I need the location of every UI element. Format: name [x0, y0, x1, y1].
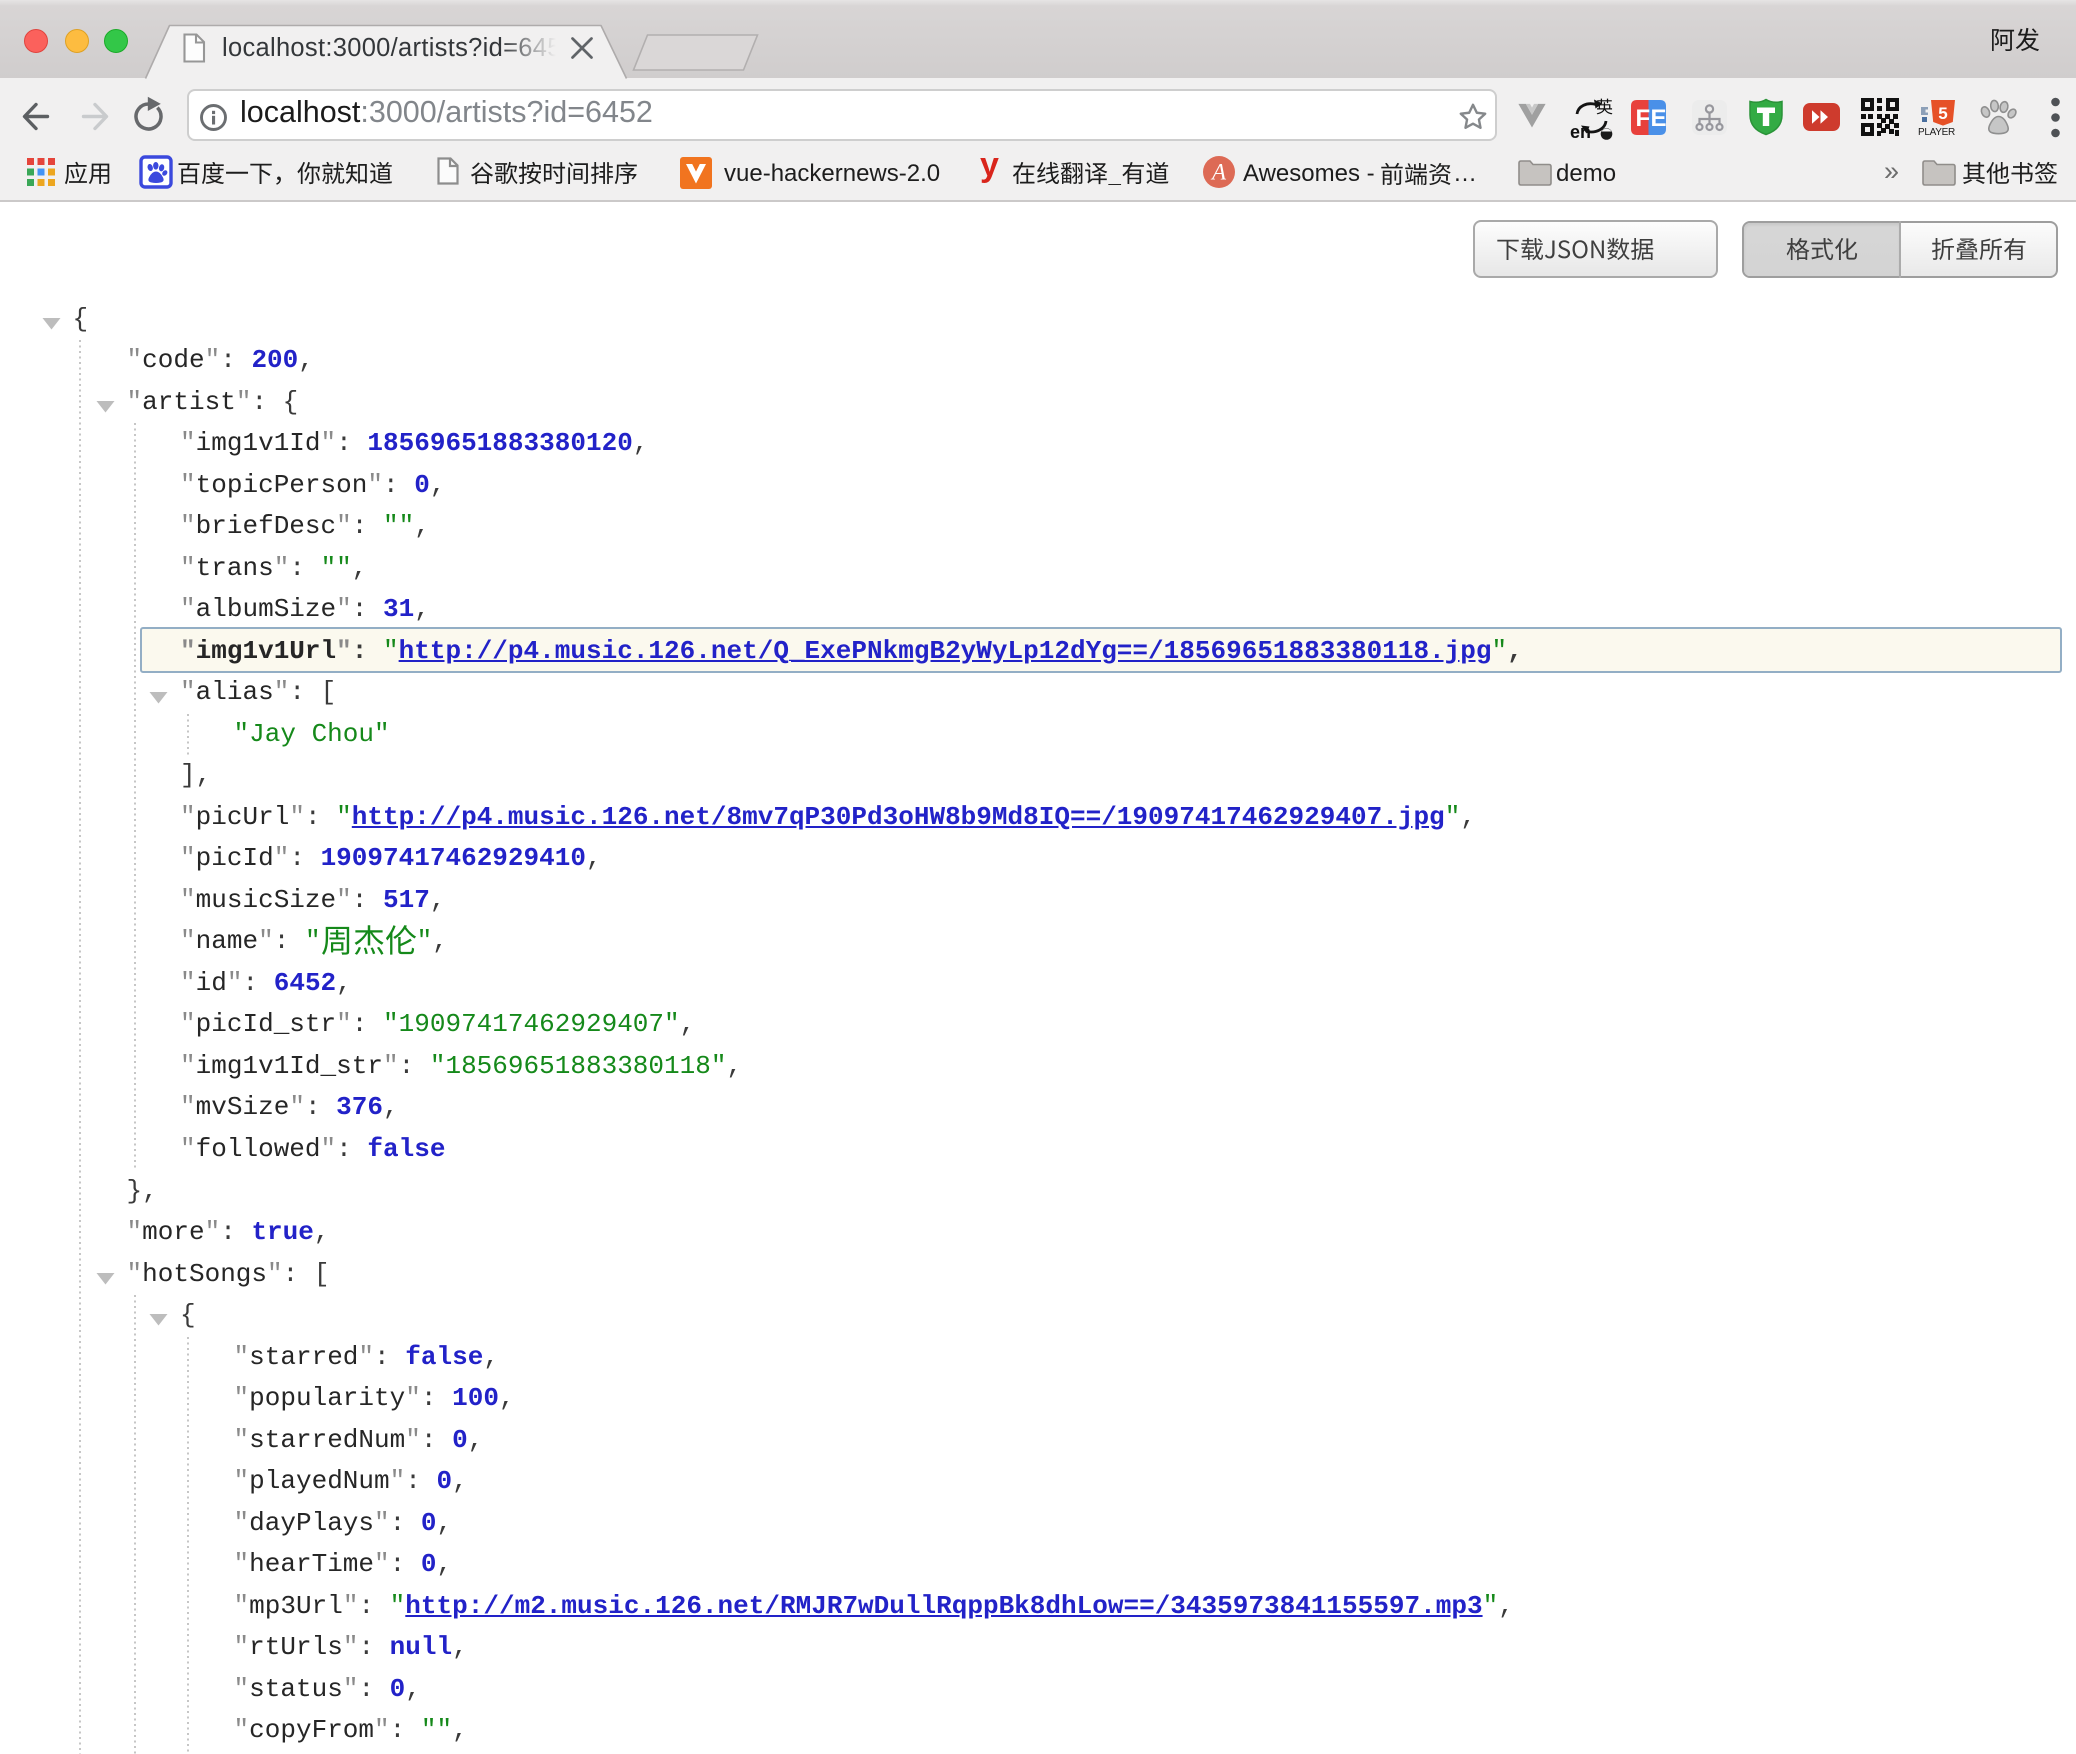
svg-text:E: E	[1651, 105, 1667, 132]
svg-text:en: en	[1570, 122, 1591, 141]
svg-text:F: F	[1636, 105, 1651, 132]
svg-text:PLAYER: PLAYER	[1918, 127, 1955, 138]
svg-text:5: 5	[1938, 104, 1947, 123]
svg-text:A: A	[1210, 160, 1227, 185]
